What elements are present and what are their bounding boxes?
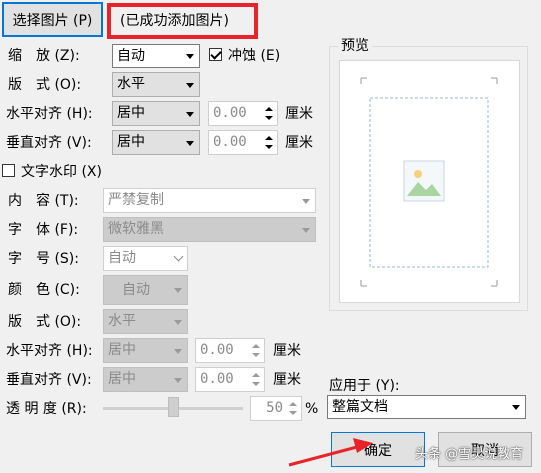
text-v-align-select[interactable]: 居中 [103,367,188,392]
content-value: 严禁复制 [108,192,164,208]
apply-to-value: 整篇文档 [332,399,388,415]
font-select[interactable]: 微软雅黑 [103,217,316,242]
size-select[interactable]: 自动 [103,246,188,271]
text-h-align-select[interactable]: 居中 [103,338,188,363]
spinner-icon[interactable] [287,398,300,419]
chevron-down-icon [512,405,520,410]
apply-to-select[interactable]: 整篇文档 [327,395,526,419]
annotation-arrow-icon [288,438,373,467]
picture-v-align-select[interactable]: 居中 [112,130,200,155]
text-h-offset-value: 0.00 [200,342,234,358]
washout-checkbox[interactable] [209,48,222,61]
text-v-align-value: 居中 [108,371,136,387]
picture-h-offset-value: 0.00 [213,105,247,121]
select-picture-label: 选择图片 (P) [12,12,93,29]
text-watermark-label: 文字水印 (X) [21,164,102,180]
picture-h-unit: 厘米 [285,106,313,122]
picture-layout-value: 水平 [117,76,145,92]
content-select[interactable]: 严禁复制 [103,188,316,213]
color-label: 颜 色 (C): [8,282,80,298]
text-h-align-label: 水平对齐 (H): [6,343,93,359]
content-label: 内 容 (T): [8,193,79,209]
chevron-down-icon [186,111,194,117]
picture-layout-select[interactable]: 水平 [112,72,200,97]
picture-h-offset-input[interactable]: 0.00 [208,101,278,126]
text-layout-label: 版 式 (O): [8,314,82,330]
picture-h-align-select[interactable]: 居中 [112,101,200,126]
picture-v-align-label: 垂直对齐 (V): [6,135,92,151]
scale-label: 缩 放 (Z): [8,48,80,64]
text-v-unit: 厘米 [273,372,301,388]
apply-to-label: 应用于 (Y): [329,378,400,394]
transparency-label: 透 明 度 (R): [6,401,87,417]
text-h-unit: 厘米 [273,343,301,359]
text-h-align-value: 居中 [108,342,136,358]
image-placeholder-icon [403,160,445,202]
chevron-down-icon [302,227,310,233]
text-watermark-checkbox[interactable] [2,164,15,177]
size-value: 自动 [108,250,136,266]
text-layout-select[interactable]: 水平 [103,309,188,334]
transparency-slider-thumb[interactable] [168,397,179,417]
spinner-icon[interactable] [263,132,276,153]
transparency-unit: % [305,401,319,417]
scale-select[interactable]: 自动 [112,44,200,68]
transparency-input[interactable]: 50 [250,396,302,421]
spinner-icon[interactable] [250,369,263,390]
size-label: 字 号 (S): [8,251,79,267]
text-h-offset-input[interactable]: 0.00 [195,338,265,363]
color-value: 自动 [122,282,150,298]
chevron-down-icon [174,288,182,293]
chevron-down-icon [174,348,182,354]
chevron-down-icon [302,198,310,204]
chevron-down-icon [186,140,194,146]
picture-h-align-label: 水平对齐 (H): [6,106,93,122]
scale-value: 自动 [117,48,145,64]
picture-v-unit: 厘米 [285,135,313,151]
font-value: 微软雅黑 [108,221,164,237]
text-v-offset-input[interactable]: 0.00 [195,367,265,392]
text-v-offset-value: 0.00 [200,371,234,387]
washout-label: 冲蚀 (E) [228,48,281,64]
color-select[interactable]: 自动 [103,275,188,305]
chevron-down-icon [173,251,184,262]
text-layout-value: 水平 [108,313,136,329]
chevron-down-icon [174,377,182,383]
picture-v-align-value: 居中 [117,134,145,150]
source-watermark: 头条 @雪灵说教育 [415,447,524,462]
chevron-down-icon [186,82,194,88]
picture-added-status: (已成功添加图片) [120,13,229,29]
font-label: 字 体 (F): [8,222,79,238]
preview-title: 预览 [338,37,372,55]
select-picture-button[interactable]: 选择图片 (P) [2,2,103,37]
transparency-value: 50 [266,400,283,416]
spinner-icon[interactable] [263,103,276,124]
chevron-down-icon [174,319,182,325]
spinner-icon[interactable] [250,340,263,361]
picture-v-offset-input[interactable]: 0.00 [208,130,278,155]
picture-h-align-value: 居中 [117,105,145,121]
text-v-align-label: 垂直对齐 (V): [6,372,92,388]
picture-v-offset-value: 0.00 [213,134,247,150]
chevron-down-icon [186,54,194,59]
picture-layout-label: 版 式 (O): [8,77,82,93]
